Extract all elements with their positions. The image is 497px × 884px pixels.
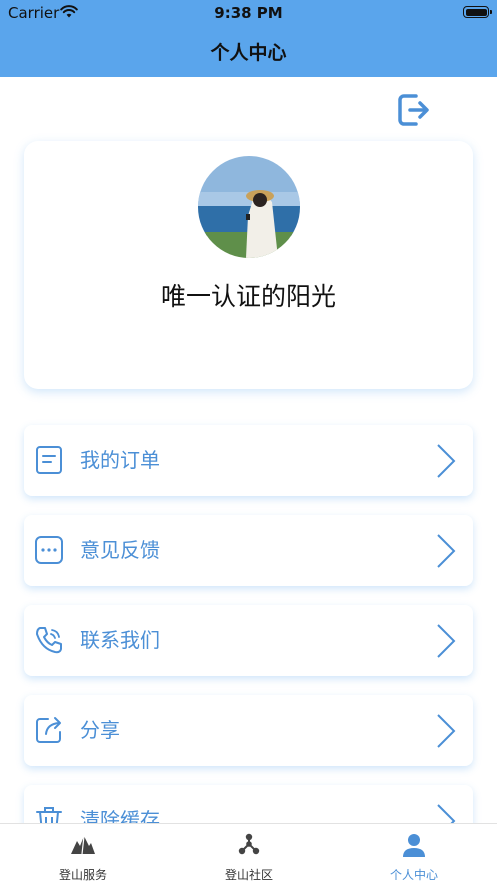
tab-climbing-community[interactable]: 登山社区 bbox=[166, 824, 332, 884]
bottom-tab-bar: 登山服务 登山社区 个人中心 bbox=[0, 823, 497, 884]
tab-personal-center[interactable]: 个人中心 bbox=[331, 824, 497, 884]
avatar-photo bbox=[198, 156, 300, 258]
menu-item-label: 分享 bbox=[80, 718, 120, 742]
page-title: 个人中心 bbox=[210, 42, 287, 64]
logout-icon[interactable] bbox=[396, 92, 432, 128]
tab-label: 登山服务 bbox=[58, 868, 107, 882]
menu-item-feedback[interactable]: 意见反馈 bbox=[24, 515, 473, 586]
chevron-right-icon bbox=[437, 444, 456, 478]
menu-item-contact-us[interactable]: 联系我们 bbox=[24, 605, 473, 676]
share-icon bbox=[36, 717, 61, 743]
chevron-right-icon bbox=[437, 624, 456, 658]
menu-item-label: 联系我们 bbox=[80, 628, 160, 652]
navigation-header: Carrier 9:38 PM 个人中心 bbox=[0, 0, 497, 77]
battery-icon bbox=[463, 6, 492, 18]
menu-item-label: 我的订单 bbox=[80, 448, 160, 472]
community-nodes-icon bbox=[238, 833, 260, 855]
menu-item-label: 意见反馈 bbox=[80, 538, 160, 562]
order-list-icon bbox=[36, 446, 62, 474]
status-bar: Carrier 9:38 PM bbox=[0, 0, 497, 26]
avatar[interactable] bbox=[198, 156, 300, 258]
person-icon bbox=[403, 834, 425, 857]
tab-label: 个人中心 bbox=[389, 868, 438, 882]
phone-call-icon bbox=[36, 627, 62, 654]
username: 唯一认证的阳光 bbox=[160, 282, 336, 311]
profile-card: 唯一认证的阳光 bbox=[24, 141, 473, 389]
clock: 9:38 PM bbox=[214, 4, 283, 22]
menu-item-share[interactable]: 分享 bbox=[24, 695, 473, 766]
mountain-icon bbox=[71, 835, 95, 855]
chevron-right-icon bbox=[437, 714, 456, 748]
tab-label: 登山社区 bbox=[224, 868, 273, 882]
chevron-right-icon bbox=[437, 534, 456, 568]
tab-climbing-service[interactable]: 登山服务 bbox=[0, 824, 166, 884]
menu-item-my-orders[interactable]: 我的订单 bbox=[24, 425, 473, 496]
feedback-chat-icon bbox=[35, 536, 63, 564]
